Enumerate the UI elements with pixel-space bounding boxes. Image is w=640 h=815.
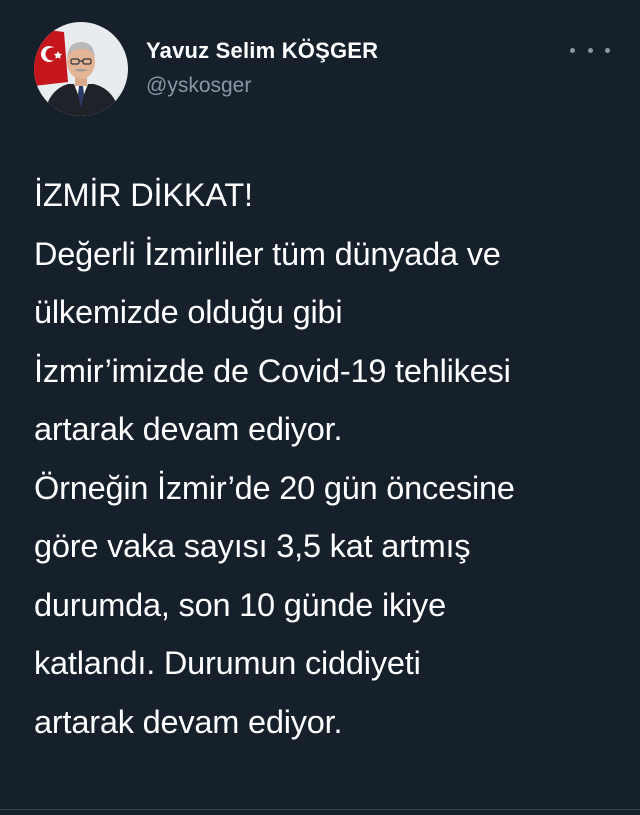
tweet-line: artarak devam ediyor. [34, 703, 343, 740]
more-dot [570, 47, 575, 53]
author-display-name[interactable]: Yavuz Selim KÖŞGER [146, 38, 378, 64]
more-dot [605, 47, 610, 53]
tweet-line: artarak devam ediyor. [34, 411, 343, 447]
person-portrait-icon [34, 22, 128, 116]
tweet-line: İzmir’imizde de Covid-19 tehlikesi [34, 352, 511, 389]
more-horizontal-icon[interactable] [570, 40, 610, 60]
tweet-line: durumda, son 10 günde ikiye [34, 586, 446, 623]
avatar[interactable] [34, 22, 128, 116]
tweet-line: göre vaka sayısı 3,5 kat artmış [34, 528, 471, 564]
tweet-line: katlandı. Durumun ciddiyeti [34, 645, 421, 681]
divider [0, 809, 640, 810]
tweet-line: İZMİR DİKKAT! [34, 177, 253, 213]
tweet-line: Değerli İzmirliler tüm dünyada ve [34, 235, 501, 272]
more-dot [587, 47, 593, 53]
tweet-line: Örneğin İzmir’de 20 gün öncesine [34, 469, 515, 506]
author-handle[interactable]: @yskosger [146, 74, 251, 98]
tweet-text: İZMİR DİKKAT! Değerli İzmirliler tüm dün… [34, 166, 630, 751]
tweet-line: ülkemizde olduğu gibi [34, 294, 343, 330]
tweet-card: Yavuz Selim KÖŞGER @yskosger İZMİR DİKKA… [0, 0, 640, 815]
